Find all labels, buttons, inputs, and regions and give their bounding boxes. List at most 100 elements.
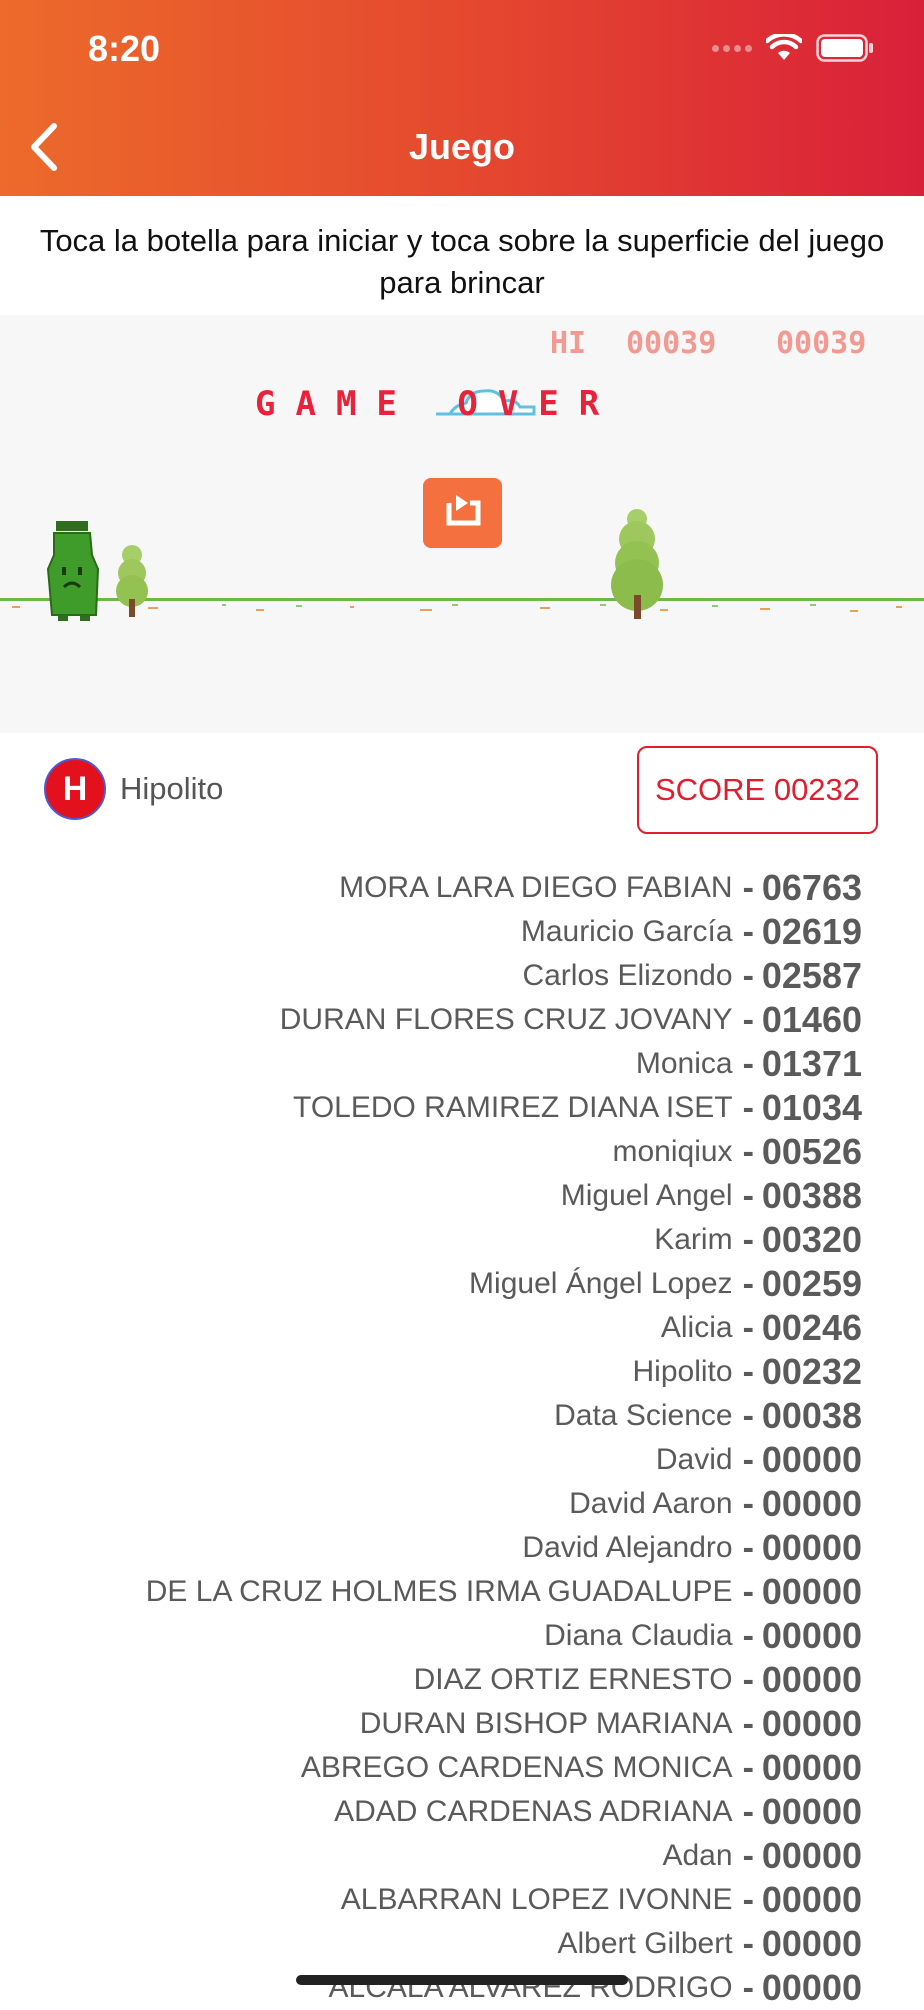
status-time: 8:20: [88, 28, 161, 69]
leaderboard-separator: -: [742, 912, 754, 951]
leaderboard-separator: -: [742, 1704, 754, 1743]
leaderboard-player-score: 00000: [761, 1571, 862, 1612]
leaderboard-separator: -: [742, 1484, 754, 1523]
home-indicator: [296, 1975, 628, 1985]
leaderboard-row: ADAD CARDENAS ADRIANA -00000: [22, 1790, 862, 1834]
leaderboard-row: Alicia -00246: [22, 1306, 862, 1350]
leaderboard-player-name: MORA LARA DIEGO FABIAN: [339, 871, 733, 904]
leaderboard-row: Diana Claudia -00000: [22, 1614, 862, 1658]
leaderboard-row: MORA LARA DIEGO FABIAN -06763: [22, 866, 862, 910]
leaderboard-player-name: DIAZ ORTIZ ERNESTO: [413, 1663, 733, 1696]
leaderboard-separator: -: [742, 868, 754, 907]
leaderboard-separator: -: [742, 1924, 754, 1963]
leaderboard-player-score: 00038: [761, 1395, 862, 1436]
leaderboard-separator: -: [742, 956, 754, 995]
leaderboard-row: Data Science -00038: [22, 1394, 862, 1438]
leaderboard-player-name: DE LA CRUZ HOLMES IRMA GUADALUPE: [145, 1575, 733, 1608]
leaderboard-row: Monica -01371: [22, 1042, 862, 1086]
leaderboard-player-name: TOLEDO RAMIREZ DIANA ISET: [293, 1091, 733, 1124]
leaderboard-player-score: 00526: [761, 1131, 862, 1172]
leaderboard-row: Adan -00000: [22, 1834, 862, 1878]
leaderboard-player-name: David Aaron: [569, 1487, 733, 1520]
game-instructions: Toca la botella para iniciar y toca sobr…: [39, 223, 885, 300]
leaderboard-row: ABREGO CARDENAS MONICA -00000: [22, 1746, 862, 1790]
leaderboard-player-name: DURAN FLORES CRUZ JOVANY: [279, 1003, 733, 1036]
current-user: H Hipolito: [44, 758, 223, 820]
leaderboard-separator: -: [742, 1000, 754, 1039]
status-icons: [712, 34, 874, 62]
leaderboard-player-name: Diana Claudia: [544, 1619, 733, 1652]
leaderboard-player-name: Albert Gilbert: [557, 1927, 733, 1960]
leaderboard-player-score: 01460: [761, 999, 862, 1040]
leaderboard-player-score: 00000: [761, 1835, 862, 1876]
leaderboard-row: DURAN BISHOP MARIANA -00000: [22, 1702, 862, 1746]
leaderboard-separator: -: [742, 1176, 754, 1215]
tree-large: [611, 509, 663, 619]
leaderboard-separator: -: [742, 1352, 754, 1391]
leaderboard-player-name: ALBARRAN LOPEZ IVONNE: [340, 1883, 733, 1916]
leaderboard-player-name: David Alejandro: [522, 1531, 733, 1564]
leaderboard-player-score: 00000: [761, 1967, 862, 2008]
leaderboard-player-score: 01371: [761, 1043, 862, 1084]
leaderboard-player-name: ABREGO CARDENAS MONICA: [300, 1751, 733, 1784]
leaderboard-player-name: Adan: [662, 1839, 733, 1872]
hi-score-label: HI: [550, 326, 586, 361]
leaderboard-row: ALCALA ALVAREZ RODRIGO -00000: [22, 1966, 862, 2010]
leaderboard-row: DE LA CRUZ HOLMES IRMA GUADALUPE -00000: [22, 1570, 862, 1614]
leaderboard-player-name: moniqiux: [612, 1135, 733, 1168]
leaderboard-row: David Alejandro -00000: [22, 1526, 862, 1570]
leaderboard-row: David -00000: [22, 1438, 862, 1482]
leaderboard-separator: -: [742, 1528, 754, 1567]
leaderboard-player-score: 02587: [761, 955, 862, 996]
app-header: 8:20 Juego: [0, 0, 924, 196]
leaderboard-player-score: 06763: [761, 867, 862, 908]
leaderboard-row: Karim -00320: [22, 1218, 862, 1262]
leaderboard-separator: -: [742, 1088, 754, 1127]
leaderboard-row: Mauricio García -02619: [22, 910, 862, 954]
leaderboard-separator: -: [742, 1836, 754, 1875]
leaderboard-player-score: 00000: [761, 1483, 862, 1524]
leaderboard-player-score: 00000: [761, 1439, 862, 1480]
game-over-text: GAME OVER: [255, 384, 619, 424]
hi-score-value: 00039: [626, 326, 716, 361]
leaderboard-player-name: Alicia: [660, 1311, 733, 1344]
leaderboard-player-score: 02619: [761, 911, 862, 952]
leaderboard-player-score: 00246: [761, 1307, 862, 1348]
leaderboard-player-name: Data Science: [554, 1399, 733, 1432]
leaderboard-separator: -: [742, 1220, 754, 1259]
leaderboard-row: Miguel Ángel Lopez -00259: [22, 1262, 862, 1306]
score-badge: SCORE 00232: [637, 746, 878, 834]
leaderboard-separator: -: [742, 1968, 754, 2007]
page-title: Juego: [408, 126, 515, 167]
leaderboard-separator: -: [742, 1660, 754, 1699]
leaderboard-player-name: Karim: [654, 1223, 733, 1256]
leaderboard-separator: -: [742, 1440, 754, 1479]
leaderboard-player-score: 00000: [761, 1615, 862, 1656]
leaderboard-separator: -: [742, 1616, 754, 1655]
leaderboard-player-score: 00388: [761, 1175, 862, 1216]
leaderboard-separator: -: [742, 1264, 754, 1303]
leaderboard-player-name: DURAN BISHOP MARIANA: [359, 1707, 733, 1740]
bottle-character[interactable]: [46, 521, 100, 621]
leaderboard-player-name: David: [655, 1443, 733, 1476]
wifi-icon: [766, 34, 802, 60]
leaderboard-player-score: 00259: [761, 1263, 862, 1304]
leaderboard-row: Miguel Angel -00388: [22, 1174, 862, 1218]
tree-small: [116, 545, 148, 617]
leaderboard-row: moniqiux -00526: [22, 1130, 863, 1174]
leaderboard-player-score: 00000: [761, 1527, 862, 1568]
user-name: Hipolito: [120, 771, 224, 806]
current-score-value: 00039: [776, 326, 866, 361]
leaderboard-player-score: 00000: [761, 1703, 862, 1744]
leaderboard-row: TOLEDO RAMIREZ DIANA ISET -01034: [22, 1086, 862, 1130]
leaderboard-player-score: 00000: [761, 1747, 862, 1788]
game-canvas[interactable]: HI 00039 00039 GAME OVER: [0, 315, 924, 733]
leaderboard-separator: -: [742, 1044, 754, 1083]
leaderboard-separator: -: [742, 1880, 754, 1919]
restart-button[interactable]: [423, 478, 502, 548]
leaderboard-player-name: Miguel Ángel Lopez: [469, 1267, 733, 1300]
leaderboard-player-score: 00320: [761, 1219, 862, 1260]
leaderboard-separator: -: [742, 1132, 754, 1171]
leaderboard-row: Hipolito -00232: [22, 1350, 863, 1394]
leaderboard-player-name: Hipolito: [632, 1355, 733, 1388]
